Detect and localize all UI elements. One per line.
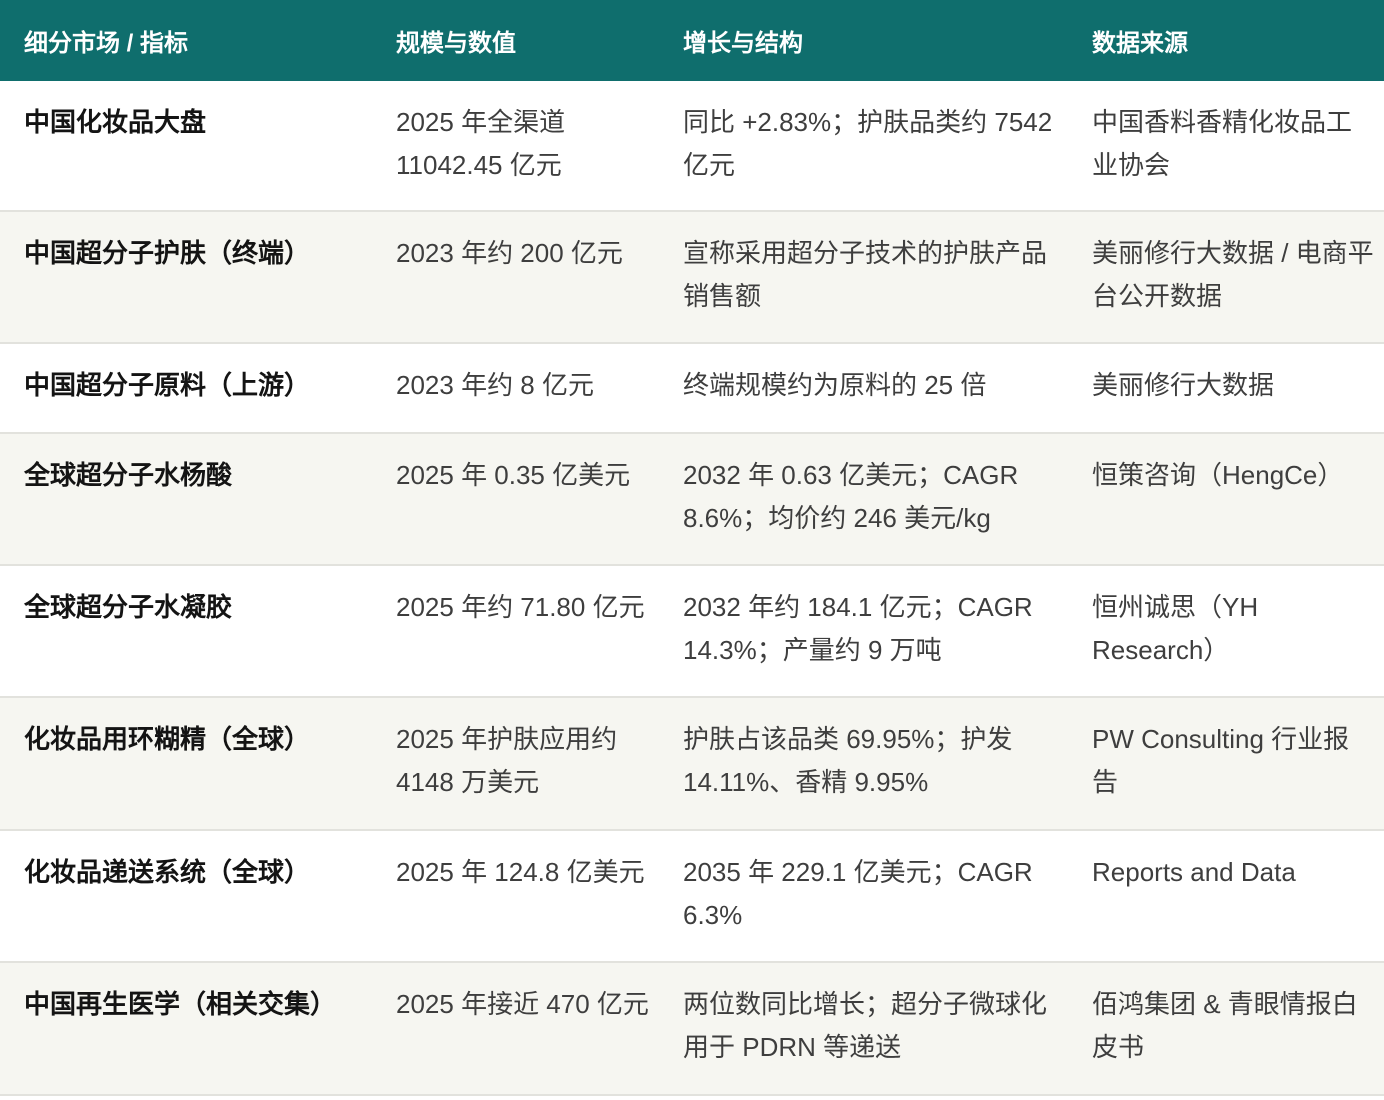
size-cell: 2023 年约 8 亿元 (396, 370, 594, 400)
growth-cell: 两位数同比增长；超分子微球化用于 PDRN 等递送 (683, 989, 1048, 1062)
growth-cell: 终端规模约为原料的 25 倍 (683, 370, 987, 400)
growth-cell: 2035 年 229.1 亿美元；CAGR 6.3% (683, 857, 1033, 930)
market-cell: 中国化妆品大盘 (24, 107, 207, 137)
growth-cell: 2032 年 0.63 亿美元；CAGR 8.6%；均价约 246 美元/kg (683, 460, 1019, 533)
column-header-market: 细分市场 / 指标 (24, 30, 189, 57)
table-row: 中国化妆品大盘 2025 年全渠道 11042.45 亿元 同比 +2.83%；… (0, 81, 1384, 212)
size-cell: 2025 年接近 470 亿元 (396, 989, 649, 1019)
market-cell: 全球超分子水凝胶 (24, 592, 233, 622)
market-cell: 全球超分子水杨酸 (24, 460, 233, 490)
size-cell: 2023 年约 200 亿元 (396, 238, 623, 268)
market-cell: 化妆品用环糊精（全球） (24, 724, 311, 754)
size-cell: 2025 年全渠道 11042.45 亿元 (396, 107, 566, 180)
table-row: 中国再生医学（相关交集） 2025 年接近 470 亿元 两位数同比增长；超分子… (0, 963, 1384, 1096)
table-row: 中国超分子护肤（终端） 2023 年约 200 亿元 宣称采用超分子技术的护肤产… (0, 212, 1384, 344)
source-cell: 佰鸿集团 & 青眼情报白皮书 (1092, 989, 1358, 1062)
table-row: 全球超分子水杨酸 2025 年 0.35 亿美元 2032 年 0.63 亿美元… (0, 434, 1384, 566)
table-row: 化妆品递送系统（全球） 2025 年 124.8 亿美元 2035 年 229.… (0, 831, 1384, 963)
table-row: 中国超分子原料（上游） 2023 年约 8 亿元 终端规模约为原料的 25 倍 … (0, 344, 1384, 434)
source-cell: Reports and Data (1092, 857, 1296, 887)
column-header-growth: 增长与结构 (683, 30, 803, 57)
source-cell: 恒州诚思（YH Research） (1092, 592, 1259, 665)
source-cell: 美丽修行大数据 (1092, 370, 1275, 400)
column-header-size: 规模与数值 (396, 30, 516, 57)
column-header-source: 数据来源 (1092, 30, 1188, 57)
growth-cell: 宣称采用超分子技术的护肤产品销售额 (683, 238, 1048, 311)
size-cell: 2025 年 0.35 亿美元 (396, 460, 631, 490)
growth-cell: 同比 +2.83%；护肤品类约 7542 亿元 (683, 107, 1053, 180)
market-cell: 中国超分子护肤（终端） (24, 238, 311, 268)
size-cell: 2025 年护肤应用约 4148 万美元 (396, 724, 618, 797)
source-cell: 中国香料香精化妆品工业协会 (1092, 107, 1353, 180)
market-cell: 中国超分子原料（上游） (24, 370, 311, 400)
source-cell: 恒策咨询（HengCe） (1092, 460, 1344, 490)
size-cell: 2025 年约 71.80 亿元 (396, 592, 645, 622)
market-data-table: 细分市场 / 指标 规模与数值 增长与结构 数据来源 中国化妆品大盘 2025 … (0, 0, 1384, 1096)
market-cell: 化妆品递送系统（全球） (24, 857, 311, 887)
growth-cell: 护肤占该品类 69.95%；护发 14.11%、香精 9.95% (683, 724, 1013, 797)
table-row: 全球超分子水凝胶 2025 年约 71.80 亿元 2032 年约 184.1 … (0, 566, 1384, 698)
size-cell: 2025 年 124.8 亿美元 (396, 857, 645, 887)
table-row: 化妆品用环糊精（全球） 2025 年护肤应用约 4148 万美元 护肤占该品类 … (0, 698, 1384, 831)
source-cell: 美丽修行大数据 / 电商平台公开数据 (1092, 238, 1374, 311)
market-cell: 中国再生医学（相关交集） (24, 989, 337, 1019)
growth-cell: 2032 年约 184.1 亿元；CAGR 14.3%；产量约 9 万吨 (683, 592, 1033, 665)
source-cell: PW Consulting 行业报告 (1092, 724, 1350, 797)
table-header: 细分市场 / 指标 规模与数值 增长与结构 数据来源 (0, 0, 1384, 81)
